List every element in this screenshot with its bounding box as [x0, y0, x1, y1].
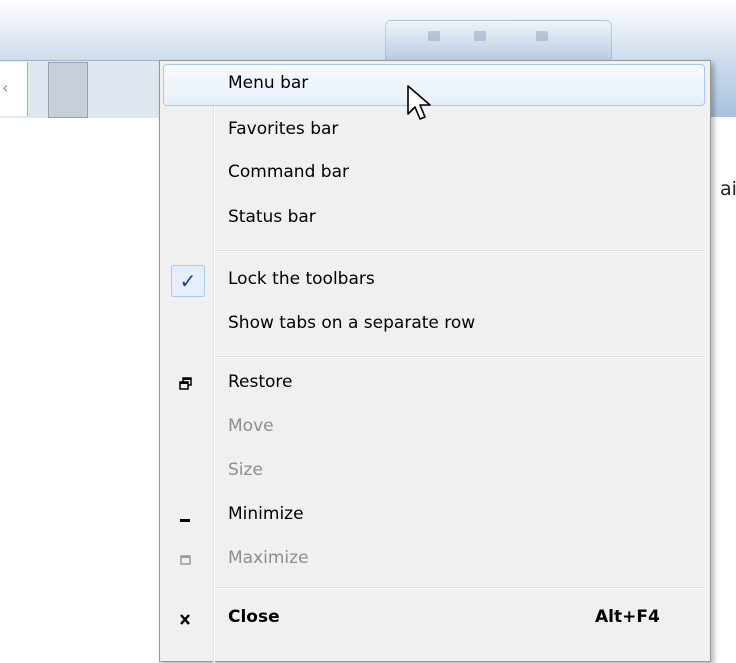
- menu-item-shortcut: Alt+F4: [595, 607, 660, 627]
- menu-item-label: Lock the toolbars: [228, 269, 375, 289]
- menu-item-size[interactable]: Size: [163, 451, 705, 493]
- close-icon: [180, 614, 190, 625]
- system-context-menu: Menu bar Favorites bar Command bar Statu…: [159, 60, 711, 663]
- menu-item-label: Move: [228, 416, 274, 436]
- menu-item-label: Show tabs on a separate row: [228, 313, 476, 333]
- menu-item-show-tabs-separate-row[interactable]: Show tabs on a separate row: [163, 304, 705, 346]
- close-caption-icon[interactable]: [536, 31, 548, 41]
- menu-item-label: Restore: [228, 372, 293, 392]
- mouse-pointer-icon: [407, 85, 431, 120]
- minimize-caption-icon[interactable]: [428, 31, 440, 41]
- menu-item-label: Maximize: [228, 548, 309, 568]
- menu-separator: [216, 250, 704, 252]
- tab-fragment-text: ‹: [2, 78, 9, 97]
- menu-item-label: Command bar: [228, 162, 349, 182]
- menu-item-label: Menu bar: [228, 73, 309, 93]
- menu-item-command-bar[interactable]: Command bar: [163, 153, 705, 195]
- new-tab-button[interactable]: [48, 62, 88, 118]
- maximize-icon: [180, 555, 191, 565]
- menu-separator: [216, 587, 704, 589]
- menu-item-label: Favorites bar: [228, 119, 339, 139]
- maximize-caption-icon[interactable]: [474, 31, 486, 41]
- menu-item-label: Close: [228, 607, 280, 627]
- menu-item-label: Status bar: [228, 207, 316, 227]
- menu-separator: [216, 356, 704, 358]
- menu-item-label: Minimize: [228, 504, 304, 524]
- browser-tab[interactable]: ‹: [0, 62, 28, 116]
- menu-item-maximize[interactable]: Maximize: [163, 539, 705, 581]
- menu-item-close[interactable]: Close Alt+F4: [163, 598, 705, 640]
- checkmark-icon: ✓: [171, 265, 205, 297]
- menu-item-status-bar[interactable]: Status bar: [163, 198, 705, 240]
- minimize-icon: [180, 519, 190, 522]
- menu-item-minimize[interactable]: Minimize: [163, 495, 705, 537]
- menu-item-label: Size: [228, 460, 263, 480]
- menu-item-move[interactable]: Move: [163, 407, 705, 449]
- caption-buttons: [385, 20, 612, 62]
- menu-item-restore[interactable]: Restore: [163, 363, 705, 405]
- menu-item-lock-toolbars[interactable]: ✓ Lock the toolbars: [163, 260, 705, 302]
- page-content-fragment: ail: [720, 178, 736, 200]
- restore-icon: [179, 377, 192, 390]
